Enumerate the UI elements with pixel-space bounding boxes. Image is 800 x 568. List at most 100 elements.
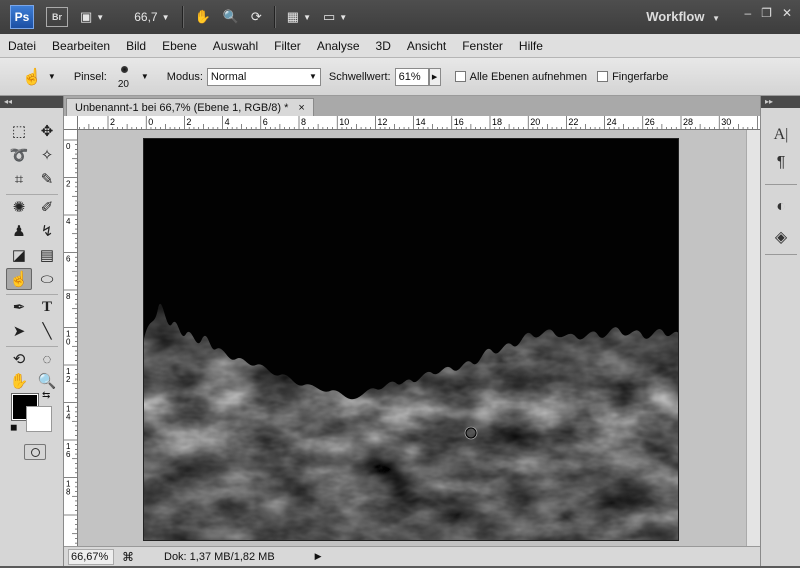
tool-preset-dropdown[interactable]: ▼	[48, 72, 56, 81]
threshold-slider-button[interactable]: ▶	[428, 67, 441, 86]
bridge-button[interactable]: Br	[46, 7, 68, 27]
horizontal-ruler[interactable]: 2 0 2 4 6 8 10 12 14 16 18 20 22 24 26 28 30	[78, 116, 760, 130]
document-size: Dok: 1,37 MB/1,82 MB	[164, 550, 275, 563]
menu-bild[interactable]: Bild	[118, 39, 154, 53]
brush-dropdown[interactable]: ▼	[141, 72, 149, 81]
hand-icon[interactable]: ✋	[195, 9, 211, 25]
pasteboard[interactable]	[78, 130, 746, 546]
3d-rotate-icon[interactable]: ⟲	[6, 348, 32, 370]
layers-icon[interactable]: ◈	[769, 226, 793, 248]
3d-orbit-icon[interactable]: ◌	[34, 348, 60, 370]
options-bar: ☝ ▼ Pinsel: 20 ▼ Modus: Normal ▼ Schwellw…	[0, 58, 800, 96]
menu-bearbeiten[interactable]: Bearbeiten	[44, 39, 118, 53]
paragraph-icon[interactable]: ¶	[769, 152, 793, 174]
quick-mask-icon	[30, 447, 40, 457]
ruler-label-left: 0	[66, 338, 71, 347]
mode-select[interactable]: Normal ▼	[206, 67, 321, 86]
screen-mode-icon[interactable]: ▭ ▼	[323, 9, 347, 25]
menu-3d[interactable]: 3D	[368, 39, 399, 53]
dodge-tool-icon[interactable]: ⬭	[34, 268, 60, 290]
smudge-tool-preset-icon[interactable]: ☝	[22, 67, 42, 87]
ruler-label-top: 4	[225, 117, 230, 127]
close-tab-icon[interactable]: ×	[298, 100, 304, 116]
menu-ansicht[interactable]: Ansicht	[399, 39, 454, 53]
marquee-tool-icon[interactable]: ⬚	[6, 120, 32, 142]
camera-raw-icon[interactable]: ▣ ▼	[80, 9, 104, 25]
menu-analyse[interactable]: Analyse	[309, 39, 368, 53]
menu-hilfe[interactable]: Hilfe	[511, 39, 551, 53]
right-panel-expand[interactable]: ▸▸	[761, 96, 800, 108]
pen-tool-icon[interactable]: ✒	[6, 296, 32, 318]
ruler-label-top: 30	[721, 117, 731, 127]
swap-colors-icon[interactable]: ⇆	[42, 390, 50, 401]
menu-auswahl[interactable]: Auswahl	[205, 39, 266, 53]
status-menu-arrow-icon[interactable]: ▶	[315, 551, 322, 562]
threshold-input[interactable]: 61%	[394, 67, 429, 86]
eraser-icon[interactable]: ◪	[6, 244, 32, 266]
healing-brush-icon[interactable]: ✺	[6, 196, 32, 218]
character-icon[interactable]: A|	[769, 124, 793, 146]
document-title: Unbenannt-1 bei 66,7% (Ebene 1, RGB/8) *	[75, 101, 289, 114]
all-layers-label: Alle Ebenen aufnehmen	[469, 70, 588, 83]
menu-fenster[interactable]: Fenster	[454, 39, 511, 53]
adjustments-icon[interactable]: ◐	[769, 196, 793, 218]
all-layers-checkbox[interactable]	[454, 71, 466, 82]
document-tab[interactable]: Unbenannt-1 bei 66,7% (Ebene 1, RGB/8) *…	[66, 98, 314, 116]
background-color-swatch[interactable]	[26, 406, 52, 432]
move-tool-icon[interactable]: ✥	[34, 120, 60, 142]
clone-stamp-icon[interactable]: ♟	[6, 220, 32, 242]
minimize-icon[interactable]: –	[744, 6, 751, 20]
type-tool-icon[interactable]: T	[34, 296, 60, 318]
ruler-label-left: 6	[66, 255, 71, 264]
finger-paint-checkbox[interactable]	[597, 71, 609, 82]
separator	[181, 6, 183, 28]
menu-ebene[interactable]: Ebene	[154, 39, 205, 53]
gradient-icon[interactable]: ▤	[34, 244, 60, 266]
close-icon[interactable]: ✕	[782, 6, 792, 20]
ruler-label-top: 16	[454, 117, 464, 127]
mode-value: Normal	[210, 70, 247, 83]
menu-filter[interactable]: Filter	[266, 39, 309, 53]
tools-panel: ◂◂ ⬚ ✥ ➰ ✧ ⌗ ✎ ✺ ✐ ♟ ↯ ◪ ▤ ☝ ⬭ ✒ T ➤ ╲ ⟲…	[0, 96, 64, 566]
history-brush-icon[interactable]: ↯	[34, 220, 60, 242]
vertical-ruler-scale: 024681012141618	[64, 139, 77, 544]
brush-tool-icon[interactable]: ✐	[34, 196, 60, 218]
hand-tool-icon[interactable]: ✋	[6, 370, 32, 392]
ruler-label-top: 12	[377, 117, 387, 127]
status-bar: 66,67% ⌘ Dok: 1,37 MB/1,82 MB ▶	[64, 546, 760, 566]
workspace-switcher[interactable]: Workflow ▼	[646, 9, 720, 24]
vertical-ruler[interactable]: 024681012141618	[64, 130, 78, 546]
line-tool-icon[interactable]: ╲	[34, 320, 60, 342]
eyedropper-icon[interactable]: ✎	[34, 168, 60, 190]
ruler-label-top: 2	[186, 117, 191, 127]
zoom-level-dropdown[interactable]: 66,7 ▼	[134, 10, 169, 24]
quick-mask-button[interactable]	[24, 444, 46, 460]
ruler-origin[interactable]	[64, 116, 78, 130]
zoom-tool-icon[interactable]: 🔍	[34, 370, 60, 392]
ruler-label-left: 4	[66, 413, 71, 422]
restore-icon[interactable]: ❐	[761, 6, 772, 20]
rotate-view-icon[interactable]: ⟳	[251, 9, 262, 25]
zoom-icon[interactable]: 🔍	[223, 9, 239, 25]
threshold-label: Schwellwert:	[328, 70, 391, 83]
tools-panel-collapse[interactable]: ◂◂	[0, 96, 63, 108]
crop-tool-icon[interactable]: ⌗	[6, 168, 32, 190]
application-bar: Ps Br ▣ ▼ 66,7 ▼ ✋ 🔍 ⟳ ▦ ▼ ▭ ▼ Workflow ▼ – …	[0, 0, 800, 34]
brush-picker[interactable]: 20	[113, 62, 137, 92]
ruler-label-left: 2	[66, 180, 71, 189]
vertical-scrollbar[interactable]	[746, 130, 760, 546]
default-colors-icon[interactable]: ◼	[10, 422, 17, 433]
menu-datei[interactable]: Datei	[0, 39, 44, 53]
separator	[765, 254, 797, 255]
lasso-tool-icon[interactable]: ➰	[6, 144, 32, 166]
ruler-label-top: 0	[148, 117, 153, 127]
arrange-icon[interactable]: ▦ ▼	[287, 9, 311, 25]
smudge-tool-icon[interactable]: ☝	[6, 268, 32, 290]
document-tab-bar: Unbenannt-1 bei 66,7% (Ebene 1, RGB/8) *…	[64, 96, 760, 116]
separator	[6, 194, 58, 195]
image-canvas[interactable]	[143, 138, 679, 541]
path-selection-icon[interactable]: ➤	[6, 320, 32, 342]
magic-wand-icon[interactable]: ✧	[34, 144, 60, 166]
status-info-icon[interactable]: ⌘	[122, 550, 134, 564]
zoom-field[interactable]: 66,67%	[68, 548, 114, 565]
